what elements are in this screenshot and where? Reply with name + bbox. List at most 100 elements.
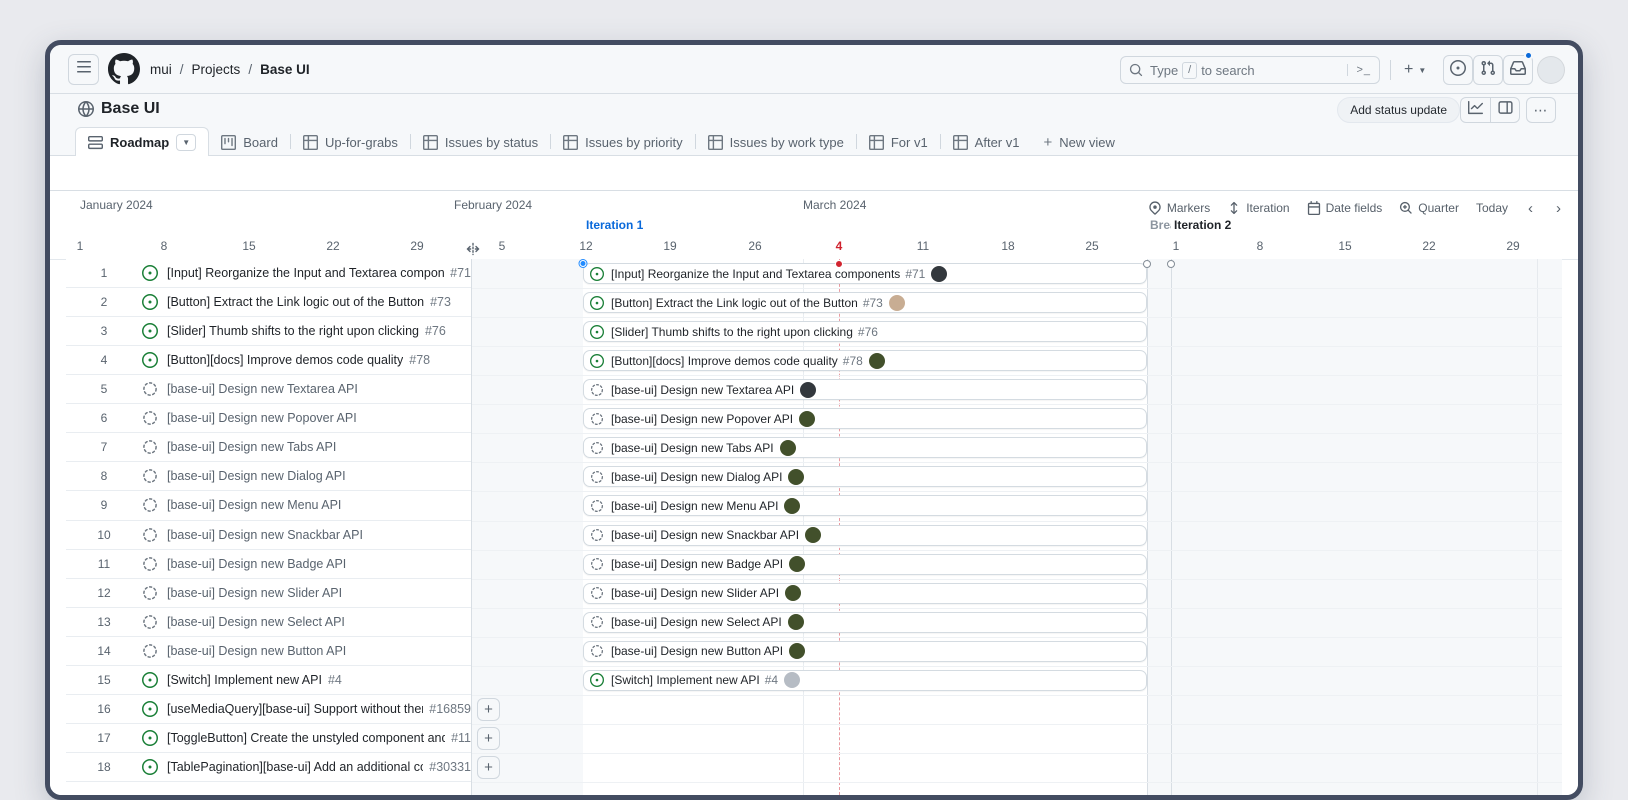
bar-title: [base-ui] Design new Tabs API [611,441,774,455]
today-button[interactable]: Today [1476,201,1508,215]
row-number: 13 [66,615,142,629]
assignee-avatar[interactable] [799,411,815,427]
assignee-avatar[interactable] [931,266,947,282]
plus-icon: + [1043,134,1052,151]
scroll-left-button[interactable]: ‹ [1525,200,1536,217]
task-row[interactable]: 5[base-ui] Design new Textarea API [66,375,471,404]
set-date-button[interactable]: + [477,756,500,779]
timeline-bar[interactable]: [base-ui] Design new Snackbar API [583,525,1147,546]
draft-issue-icon [142,527,158,543]
task-row[interactable]: 17[ToggleButton] Create the unstyled com… [66,724,471,753]
timeline-bar[interactable]: [base-ui] Design new Slider API [583,583,1147,604]
breadcrumb-org[interactable]: mui [150,62,172,77]
timeline-bar[interactable]: [base-ui] Design new Popover API [583,408,1147,429]
project-menu-button[interactable]: ⋯ [1526,97,1556,123]
tab-roadmap[interactable]: Roadmap▼ [75,127,209,156]
timeline-bar[interactable]: [Switch] Implement new API#4 [583,670,1147,691]
assignee-avatar[interactable] [805,527,821,543]
timeline-bar[interactable]: [base-ui] Design new Dialog API [583,466,1147,487]
assignee-avatar[interactable] [780,440,796,456]
tab-issues-by-status[interactable]: Issues by status [411,129,550,156]
bar-title: [base-ui] Design new Select API [611,615,782,629]
task-row[interactable]: 2[Button] Extract the Link logic out of … [66,288,471,317]
tab-for-v1[interactable]: For v1 [857,129,940,156]
timeline-bar[interactable]: [base-ui] Design new Badge API [583,554,1147,575]
task-list-panel: 1[Input] Reorganize the Input and Textar… [66,259,472,800]
command-palette-icon[interactable]: >_ [1347,64,1371,76]
task-title: [Input] Reorganize the Input and Textare… [167,266,444,280]
task-row[interactable]: 6[base-ui] Design new Popover API [66,404,471,433]
breadcrumb-projects[interactable]: Projects [192,62,241,77]
timeline-bar[interactable]: [base-ui] Design new Button API [583,641,1147,662]
iteration-start-marker[interactable] [580,260,587,267]
user-avatar[interactable] [1537,56,1565,84]
iteration-end-marker[interactable] [1143,260,1151,268]
timeline-row-divider [472,491,1562,492]
timeline-bar[interactable]: [base-ui] Design new Select API [583,612,1147,633]
timeline-bar[interactable]: [base-ui] Design new Menu API [583,495,1147,516]
set-date-button[interactable]: + [477,698,500,721]
assignee-avatar[interactable] [784,672,800,688]
tab-options-caret[interactable]: ▼ [176,134,196,151]
task-row[interactable]: 10[base-ui] Design new Snackbar API [66,521,471,550]
assignee-avatar[interactable] [785,585,801,601]
scroll-right-button[interactable]: › [1553,200,1564,217]
breadcrumb-separator: / [180,62,184,77]
date-tick: 18 [1001,239,1014,253]
assignee-avatar[interactable] [789,556,805,572]
task-row[interactable]: 11[base-ui] Design new Badge API [66,550,471,579]
timeline-bar[interactable]: [base-ui] Design new Tabs API [583,437,1147,458]
tab-up-for-grabs[interactable]: Up-for-grabs [291,129,410,156]
add-status-update-button[interactable]: Add status update [1337,97,1460,123]
quarter-button[interactable]: Quarter [1399,201,1459,215]
iteration-2-start-marker[interactable] [1167,260,1175,268]
set-date-button[interactable]: + [477,727,500,750]
tab-after-v1[interactable]: After v1 [941,129,1032,156]
task-row[interactable]: 4[Button][docs] Improve demos code quali… [66,346,471,375]
tab-issues-by-work-type[interactable]: Issues by work type [696,129,856,156]
pull-requests-button[interactable] [1473,55,1503,85]
task-row[interactable]: 18[TablePagination][base-ui] Add an addi… [66,753,471,782]
task-row[interactable]: 14[base-ui] Design new Button API [66,637,471,666]
breadcrumb-project-name[interactable]: Base UI [260,62,310,77]
tab-board[interactable]: Board [209,129,290,156]
timeline-bar[interactable]: [base-ui] Design new Textarea API [583,379,1147,400]
task-row[interactable]: 1[Input] Reorganize the Input and Textar… [66,259,471,288]
task-row[interactable]: 16[useMediaQuery][base-ui] Support witho… [66,695,471,724]
side-panel-button[interactable] [1490,98,1519,122]
issues-button[interactable] [1443,55,1473,85]
assignee-avatar[interactable] [789,643,805,659]
search-input[interactable]: Type / to search >_ [1120,56,1380,84]
caret-down-icon: ▼ [1418,66,1426,75]
task-row[interactable]: 13[base-ui] Design new Select API [66,608,471,637]
timeline-row-divider [472,782,1562,783]
task-row[interactable]: 9[base-ui] Design new Menu API [66,491,471,520]
assignee-avatar[interactable] [800,382,816,398]
assignee-avatar[interactable] [784,498,800,514]
hamburger-menu-button[interactable] [68,54,99,85]
open-issue-icon [142,759,158,775]
table-icon [423,135,438,150]
assignee-avatar[interactable] [889,295,905,311]
iteration-button[interactable]: Iteration [1227,201,1289,215]
insights-button[interactable] [1461,98,1490,122]
tab-new-view[interactable]: +New view [1031,129,1126,156]
timeline-bar[interactable]: [Button][docs] Improve demos code qualit… [583,350,1147,371]
tab-label: After v1 [975,135,1020,150]
github-logo-icon[interactable] [108,53,140,85]
task-row[interactable]: 7[base-ui] Design new Tabs API [66,433,471,462]
assignee-avatar[interactable] [788,614,804,630]
timeline-bar[interactable]: [Input] Reorganize the Input and Textare… [583,263,1147,284]
task-row[interactable]: 3[Slider] Thumb shifts to the right upon… [66,317,471,346]
markers-button[interactable]: Markers [1148,201,1210,215]
assignee-avatar[interactable] [869,353,885,369]
timeline-bar[interactable]: [Button] Extract the Link logic out of t… [583,292,1147,313]
assignee-avatar[interactable] [788,469,804,485]
task-row[interactable]: 15[Switch] Implement new API#4 [66,666,471,695]
task-row[interactable]: 8[base-ui] Design new Dialog API [66,462,471,491]
timeline-bar[interactable]: [Slider] Thumb shifts to the right upon … [583,321,1147,342]
tab-issues-by-priority[interactable]: Issues by priority [551,129,695,156]
task-row[interactable]: 12[base-ui] Design new Slider API [66,579,471,608]
date-fields-button[interactable]: Date fields [1307,201,1383,215]
create-new-button[interactable]: +▼ [1398,56,1432,84]
